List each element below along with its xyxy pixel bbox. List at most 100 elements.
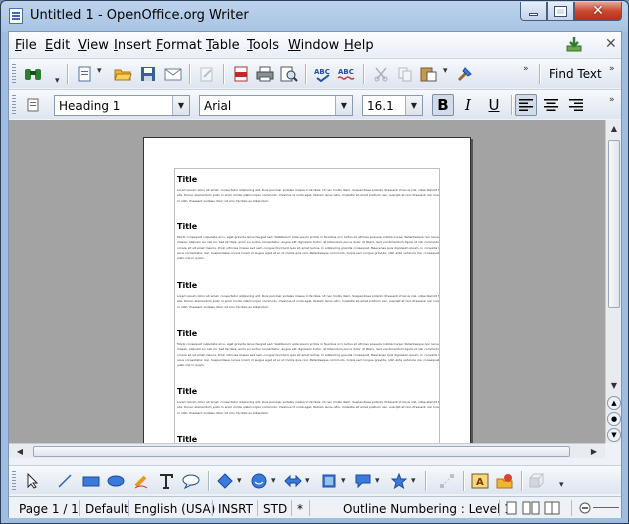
chevron-down-icon[interactable]: ▾ <box>411 476 416 486</box>
open-button[interactable] <box>113 64 133 84</box>
scroll-right-button[interactable]: ▶ <box>587 444 601 458</box>
menu-help[interactable]: Help <box>344 38 374 53</box>
menu-format[interactable]: Format <box>156 38 202 53</box>
text-button[interactable] <box>156 471 176 491</box>
email-button[interactable] <box>163 64 183 84</box>
freeform-line-button[interactable] <box>131 471 151 491</box>
menu-insert[interactable]: Insert <box>114 38 151 53</box>
vertical-scroll-thumb[interactable] <box>608 140 620 308</box>
points-button[interactable] <box>437 471 457 491</box>
writer-app-icon[interactable] <box>9 8 23 24</box>
italic-button[interactable]: I <box>457 94 479 116</box>
extrusion-button[interactable] <box>527 471 547 491</box>
zoom-slider-track[interactable] <box>593 507 619 508</box>
menu-tools[interactable]: Tools <box>247 38 279 53</box>
chevron-down-icon[interactable]: ▾ <box>305 476 310 486</box>
document-page[interactable]: Title Lorem ipsum dolor sit amet, consec… <box>143 137 471 443</box>
cut-button[interactable] <box>371 64 391 84</box>
insert-mode[interactable]: INSRT <box>218 502 253 516</box>
text-body-area[interactable]: Title Lorem ipsum dolor sit amet, consec… <box>174 168 440 443</box>
align-center-button[interactable] <box>540 94 562 116</box>
scroll-up-button[interactable]: ▲ <box>607 121 621 135</box>
horizontal-scrollbar[interactable]: ◀ ▶ <box>9 443 605 458</box>
horizontal-scroll-thumb[interactable] <box>33 446 570 457</box>
toolbar-grip[interactable] <box>12 471 16 491</box>
close-document-button[interactable]: ✕ <box>605 36 617 52</box>
menu-window[interactable]: Window <box>288 38 339 53</box>
chevron-down-icon[interactable]: ▾ <box>271 476 276 486</box>
two-page-view-icon[interactable] <box>522 501 540 515</box>
scroll-down-button[interactable]: ▼ <box>607 378 621 392</box>
minimize-button[interactable] <box>520 2 547 21</box>
toolbar-options-chevron[interactable]: ▾ <box>55 76 60 86</box>
update-download-icon[interactable] <box>565 36 583 52</box>
callouts-button[interactable] <box>181 471 201 491</box>
language-indicator[interactable]: English (USA) <box>134 502 215 516</box>
menu-file[interactable]: File <box>15 38 37 53</box>
select-button[interactable] <box>23 471 43 491</box>
callout-shapes-button[interactable] <box>353 471 373 491</box>
block-arrows-button[interactable] <box>283 471 303 491</box>
toolbar-grip[interactable] <box>12 95 16 115</box>
title-bar[interactable]: Untitled 1 - OpenOffice.org Writer ✕ <box>1 1 628 31</box>
menu-view[interactable]: View <box>78 38 109 53</box>
styles-and-formatting-button[interactable] <box>23 95 43 115</box>
close-window-button[interactable]: ✕ <box>574 2 622 21</box>
zoom-out-icon[interactable] <box>579 502 591 514</box>
chevron-down-icon[interactable]: ▼ <box>405 96 422 115</box>
maximize-button[interactable] <box>547 2 574 21</box>
clone-formatting-button[interactable] <box>455 64 475 84</box>
rectangle-button[interactable] <box>81 471 101 491</box>
basic-shapes-button[interactable] <box>215 471 235 491</box>
chevron-down-icon[interactable]: ▾ <box>237 476 242 486</box>
page-preview-button[interactable] <box>279 64 299 84</box>
print-button[interactable] <box>255 64 275 84</box>
toolbar-overflow-chevron[interactable]: » <box>523 64 529 74</box>
align-left-button[interactable] <box>515 94 537 116</box>
find-text-box[interactable]: Find Text <box>549 67 602 81</box>
page-indicator[interactable]: Page 1 / 1 <box>19 502 79 516</box>
chevron-down-icon[interactable]: ▾ <box>375 476 380 486</box>
formatting-overflow-chevron[interactable]: » <box>609 95 615 105</box>
drawing-toolbar-options-chevron[interactable]: ▾ <box>559 480 564 490</box>
symbol-shapes-button[interactable] <box>249 471 269 491</box>
new-dropdown-chevron[interactable]: ▾ <box>97 66 102 76</box>
page-style[interactable]: Default <box>85 502 129 516</box>
toolbar-grip[interactable] <box>12 64 16 84</box>
font-size-combo[interactable]: 16.1 ▼ <box>362 95 423 116</box>
line-button[interactable] <box>55 471 75 491</box>
from-file-button[interactable] <box>495 471 515 491</box>
menu-table[interactable]: Table <box>206 38 240 53</box>
paragraph-style-combo[interactable]: Heading 1 ▼ <box>54 95 190 116</box>
paste-dropdown-chevron[interactable]: ▾ <box>443 66 448 76</box>
fontwork-button[interactable]: A <box>470 471 490 491</box>
selection-mode[interactable]: STD <box>263 502 287 516</box>
flowcharts-button[interactable] <box>319 471 339 491</box>
autospellcheck-button[interactable]: ABC <box>337 64 357 84</box>
book-view-icon[interactable] <box>544 501 560 515</box>
ellipse-button[interactable] <box>106 471 126 491</box>
spellcheck-button[interactable]: ABC <box>313 64 333 84</box>
bold-button[interactable]: B <box>432 94 454 116</box>
single-page-view-icon[interactable] <box>506 501 518 515</box>
paste-button[interactable] <box>419 64 439 84</box>
save-button[interactable] <box>138 64 158 84</box>
align-right-button[interactable] <box>565 94 587 116</box>
document-area[interactable]: Title Lorem ipsum dolor sit amet, consec… <box>9 120 605 443</box>
stars-button[interactable] <box>389 471 409 491</box>
font-name-combo[interactable]: Arial ▼ <box>199 95 353 116</box>
export-pdf-button[interactable] <box>231 64 251 84</box>
menu-edit[interactable]: Edit <box>45 38 70 53</box>
new-document-button[interactable] <box>75 64 95 84</box>
copy-button[interactable] <box>395 64 415 84</box>
underline-button[interactable]: U <box>483 94 505 116</box>
chevron-down-icon[interactable]: ▼ <box>335 96 352 115</box>
find-button[interactable] <box>23 64 43 84</box>
chevron-down-icon[interactable]: ▾ <box>341 476 346 486</box>
chevron-down-icon[interactable]: ▼ <box>172 96 189 115</box>
edit-file-button[interactable] <box>197 64 217 84</box>
scroll-left-button[interactable]: ◀ <box>13 444 27 458</box>
next-page-button[interactable]: ▼ <box>607 428 621 442</box>
previous-page-button[interactable]: ▲ <box>607 396 621 410</box>
find-toolbar-chevron[interactable]: » <box>609 64 615 74</box>
